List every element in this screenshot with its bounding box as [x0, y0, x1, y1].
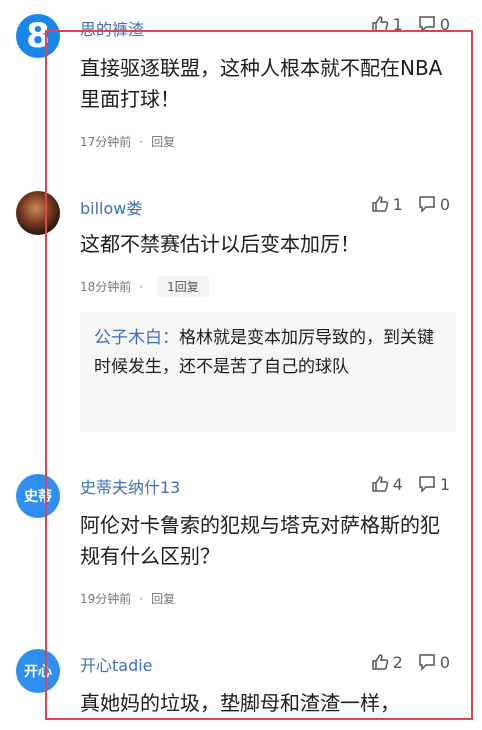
comment-text: 直接驱逐联盟，这种人根本就不配在NBA里面打球！ — [80, 56, 443, 111]
like-button[interactable]: 1 — [370, 194, 403, 214]
like-button[interactable]: 4 — [370, 474, 403, 494]
avatar[interactable] — [16, 191, 60, 235]
reply-button[interactable]: 0 — [417, 194, 450, 214]
like-count: 1 — [392, 194, 403, 214]
avatar-text: 开心 — [24, 664, 52, 680]
reply-count: 0 — [439, 652, 450, 672]
quoted-username[interactable]: 公子木白： — [94, 328, 179, 348]
username[interactable]: 开心tadie — [80, 652, 153, 676]
reply-count: 0 — [439, 194, 450, 214]
comment-bubble-icon — [419, 196, 435, 213]
comment-actions: 2 0 — [370, 652, 450, 672]
comment-meta: 17分钟前 · 回复 — [80, 133, 175, 150]
timestamp: 19分钟前 — [80, 592, 132, 606]
reply-button[interactable]: 1 — [417, 474, 450, 494]
comment-actions: 4 1 — [370, 474, 450, 494]
comment-text: 真她妈的垃圾，垫脚母和渣渣一样， — [80, 691, 400, 715]
thumbs-up-icon — [371, 476, 388, 492]
separator-dot: · — [139, 279, 144, 294]
comment-bubble-icon — [419, 654, 435, 671]
timestamp: 18分钟前 — [80, 280, 132, 294]
reply-button[interactable]: 0 — [417, 14, 450, 34]
comment-actions: 1 0 — [370, 194, 450, 214]
like-button[interactable]: 2 — [370, 652, 403, 672]
avatar-text: 史蒂 — [24, 489, 52, 505]
like-button[interactable]: 1 — [370, 14, 403, 34]
comment-text: 阿伦对卡鲁索的犯规与塔克对萨格斯的犯规有什么区别？ — [80, 513, 440, 568]
separator-dot: · — [139, 134, 144, 149]
like-count: 4 — [392, 474, 403, 494]
separator-dot: · — [139, 591, 144, 606]
reply-count: 0 — [439, 14, 450, 34]
comment-bubble-icon — [419, 16, 435, 33]
thumbs-up-icon — [371, 654, 388, 670]
username[interactable]: billow娄 — [80, 195, 142, 219]
comment-meta: 18分钟前 · 1回复 — [80, 276, 209, 297]
comment-bubble-icon — [419, 476, 435, 493]
avatar[interactable]: 史蒂 — [16, 474, 60, 518]
username[interactable]: 史蒂夫纳什13 — [80, 474, 180, 498]
reply-link[interactable]: 回复 — [151, 133, 175, 150]
comment-actions: 1 0 — [370, 14, 450, 34]
reply-link[interactable]: 回复 — [151, 590, 175, 607]
thumbs-up-icon — [371, 16, 388, 32]
comment-meta: 19分钟前 · 回复 — [80, 590, 175, 607]
reply-button[interactable]: 0 — [417, 652, 450, 672]
reply-count: 1 — [439, 474, 450, 494]
thumbs-up-icon — [371, 196, 388, 212]
like-count: 2 — [392, 652, 403, 672]
username[interactable]: 思的褲渣 — [80, 16, 144, 40]
quoted-reply[interactable]: 公子木白：格林就是变本加厉导致的，到关键时候发生，还不是苦了自己的球队 — [80, 312, 456, 432]
like-count: 1 — [392, 14, 403, 34]
avatar-text: 8 — [26, 16, 50, 56]
reply-link[interactable]: 1回复 — [157, 276, 209, 297]
avatar[interactable]: 开心 — [16, 649, 60, 693]
comment-text: 这都不禁赛估计以后变本加厉！ — [80, 232, 360, 256]
avatar[interactable]: 8 — [16, 14, 60, 58]
timestamp: 17分钟前 — [80, 135, 132, 149]
